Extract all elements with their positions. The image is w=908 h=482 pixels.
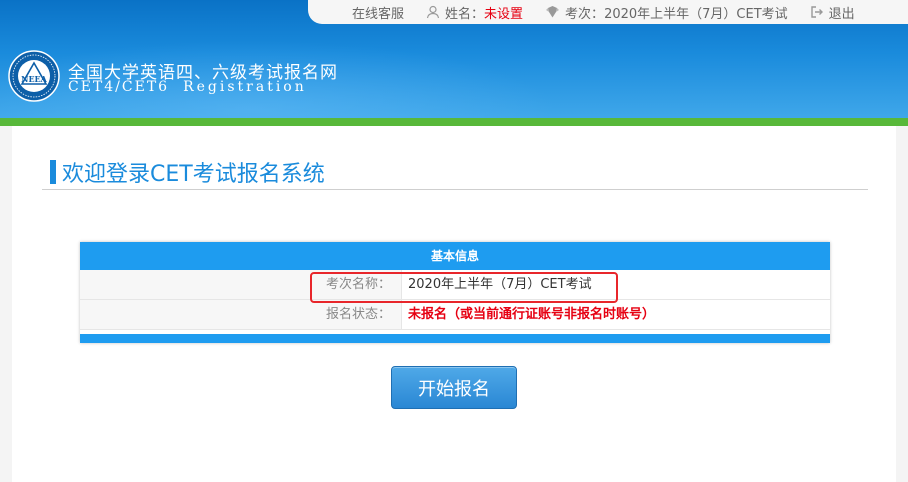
logout-icon (810, 6, 823, 18)
site-subtitle-registration: Registration (183, 79, 307, 95)
exam-name-value: 2020年上半年（7月）CET考试 (408, 277, 592, 292)
basic-info-table: 基本信息 考次名称： 2020年上半年（7月）CET考试 报名状态： 未报名（或… (80, 242, 830, 343)
basic-info-header: 基本信息 (80, 242, 830, 270)
user-name-value: 未设置 (484, 6, 524, 22)
svg-text:NEEA: NEEA (21, 74, 48, 84)
start-registration-button[interactable]: 开始报名 (391, 366, 517, 409)
online-service-link[interactable]: 在线客服 (352, 3, 404, 22)
heading-divider (42, 189, 868, 190)
heading-accent-bar (50, 160, 56, 184)
main-panel: 欢迎登录CET考试报名系统 基本信息 考次名称： 2020年上半年（7月）CET… (12, 126, 896, 482)
exam-icon (546, 6, 560, 18)
neea-logo-icon: NEEA (8, 50, 60, 102)
online-service-label: 在线客服 (352, 6, 405, 22)
header-green-stripe (0, 118, 908, 126)
registration-status-value: 未报名（或当前通行证账号非报名时账号） (408, 307, 656, 322)
user-name-item: 姓名： 未设置 (426, 3, 523, 22)
site-subtitle-cet: CET4/CET6 (68, 79, 170, 95)
table-row-registration-status: 报名状态： 未报名（或当前通行证账号非报名时账号） (80, 300, 830, 330)
site-subtitle: CET4/CET6 Registration (68, 79, 307, 95)
exam-session-value: 2020年上半年（7月）CET考试 (604, 6, 788, 22)
logout-label: 退出 (828, 6, 855, 22)
basic-info-footer-bar (80, 334, 830, 343)
user-icon (426, 5, 440, 19)
site-header: 在线客服 姓名： 未设置 考次： 2020年上半年（7月）CET考试 退出 NE… (0, 0, 908, 118)
top-user-bar: 在线客服 姓名： 未设置 考次： 2020年上半年（7月）CET考试 退出 (308, 0, 908, 24)
exam-name-label: 考次名称： (80, 270, 402, 299)
user-name-label: 姓名： (445, 6, 485, 22)
exam-session-item: 考次： 2020年上半年（7月）CET考试 (545, 3, 788, 22)
welcome-heading: 欢迎登录CET考试报名系统 (50, 156, 325, 188)
welcome-title: 欢迎登录CET考试报名系统 (62, 162, 325, 187)
exam-session-label: 考次： (565, 6, 605, 22)
registration-status-label: 报名状态： (80, 300, 402, 329)
table-row-exam-name: 考次名称： 2020年上半年（7月）CET考试 (80, 270, 830, 300)
logout-link[interactable]: 退出 (810, 3, 855, 22)
